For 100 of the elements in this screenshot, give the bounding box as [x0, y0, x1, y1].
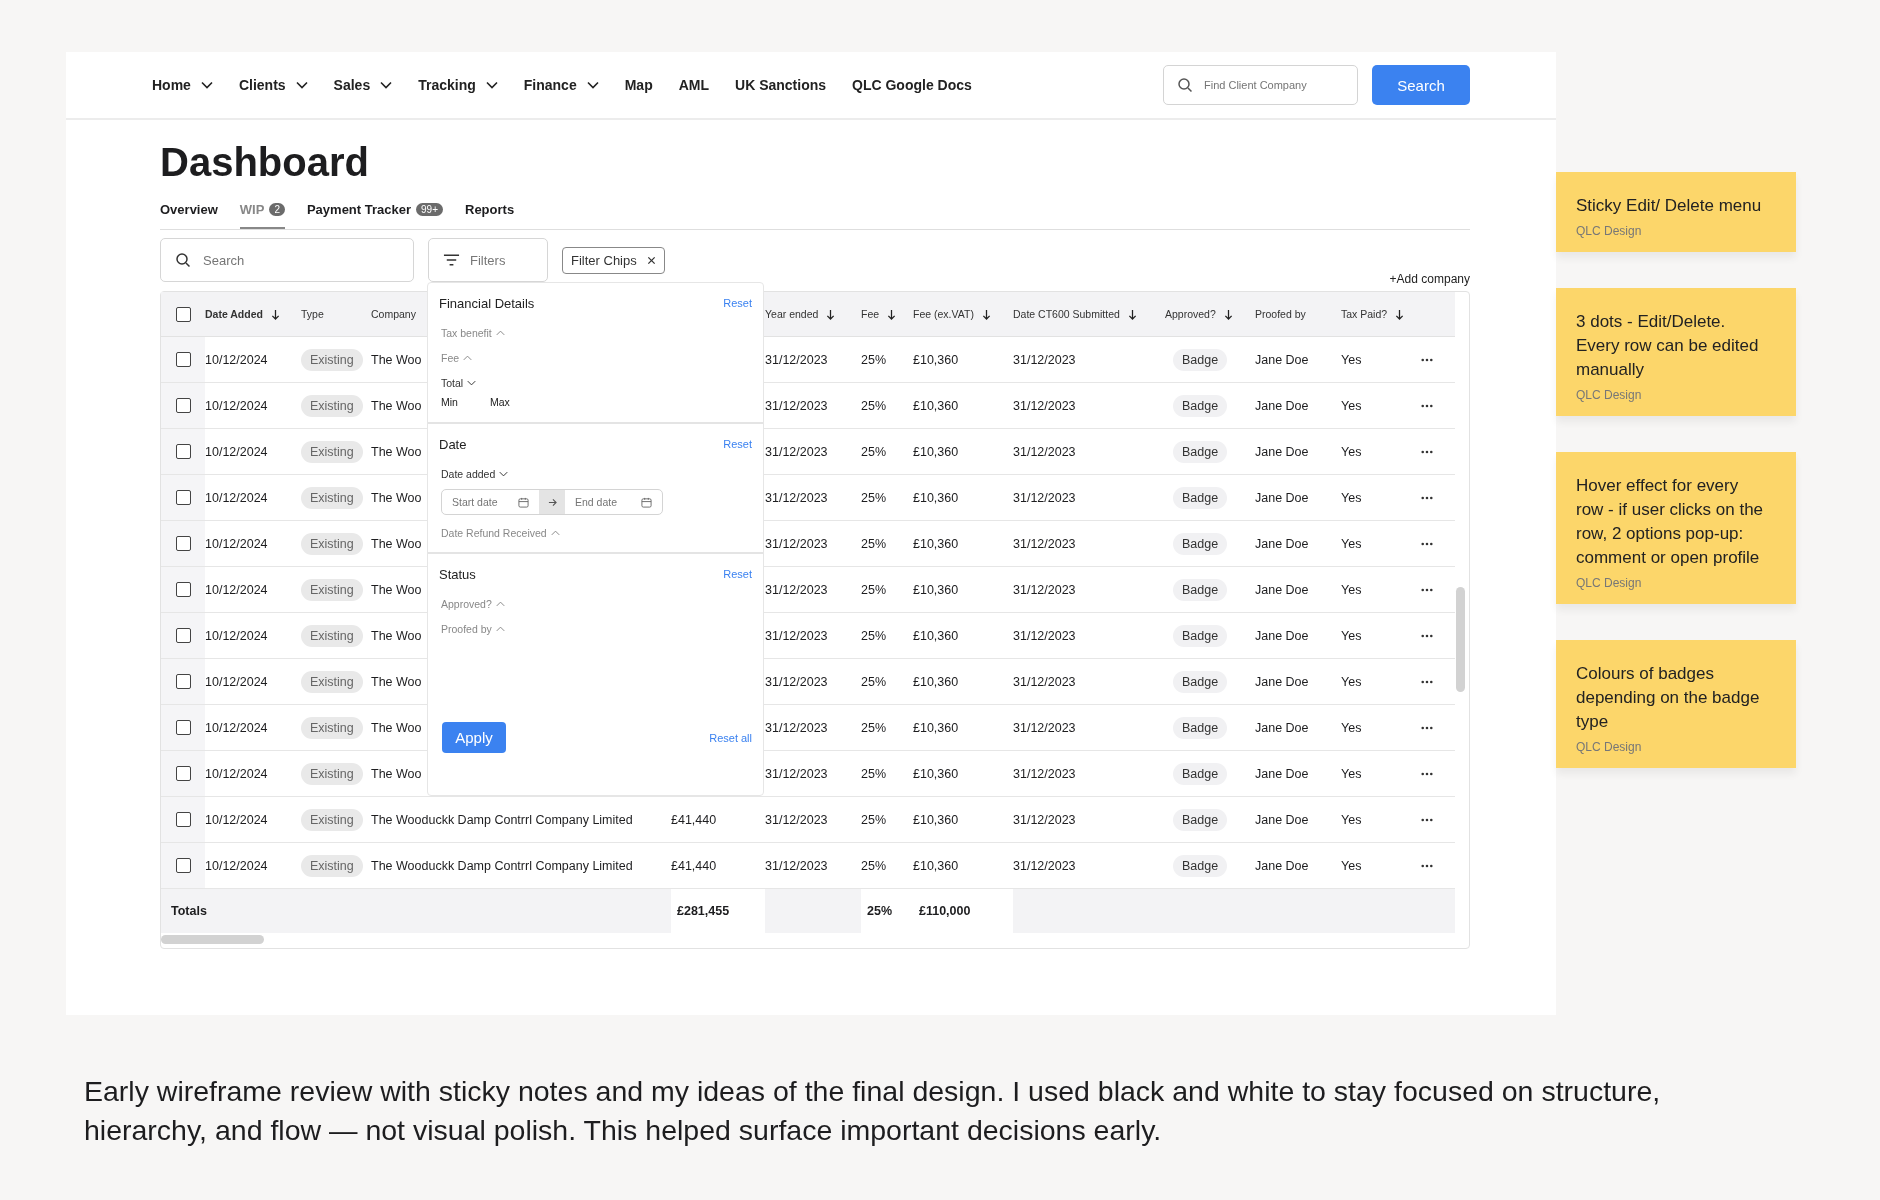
sort-arrow-icon[interactable] [270, 308, 280, 320]
checkbox[interactable] [175, 536, 191, 551]
checkbox[interactable] [175, 858, 191, 873]
checkbox[interactable] [175, 398, 191, 413]
chevron-down-icon[interactable] [485, 81, 498, 89]
filter-toggle[interactable]: Approved? [439, 595, 507, 613]
nav-link[interactable]: UK Sanctions [735, 77, 827, 93]
date-cell: 31/12/2023 [1013, 444, 1076, 459]
sort-arrow-icon[interactable] [1127, 308, 1137, 320]
column-header[interactable]: Fee (ex.VAT) [913, 308, 974, 320]
nav-link[interactable]: Tracking [418, 77, 498, 93]
reset-all-link[interactable]: Reset all [709, 731, 752, 744]
type-badge: Existing [301, 624, 363, 647]
reset-link[interactable]: Reset [723, 568, 752, 580]
more-icon[interactable] [1421, 817, 1433, 822]
tab[interactable]: WIP 2 [239, 198, 285, 229]
date-cell: 31/12/2023 [1013, 720, 1076, 735]
more-icon[interactable] [1421, 725, 1433, 730]
column-header[interactable]: Proofed by [1255, 308, 1306, 320]
search-field[interactable]: Search [160, 238, 414, 282]
checkbox[interactable] [175, 582, 191, 597]
more-icon[interactable] [1421, 357, 1433, 362]
more-icon[interactable] [1421, 771, 1433, 776]
nav-link[interactable]: Finance [523, 77, 599, 93]
status-badge: Badge [1173, 348, 1228, 371]
search-field[interactable]: Find Client Company [1163, 65, 1358, 105]
date-cell: 31/12/2023 [1013, 398, 1076, 413]
filter-toggle[interactable]: Date added [439, 465, 511, 483]
year-cell: 31/12/2023 [765, 444, 828, 459]
checkbox[interactable] [175, 306, 191, 322]
close-icon[interactable] [646, 255, 656, 265]
checkbox[interactable] [175, 674, 191, 689]
note-author: QLC Design [1576, 740, 1643, 754]
year-cell: 31/12/2023 [765, 398, 828, 413]
nav-link[interactable]: Map [624, 77, 653, 93]
sort-arrow-icon[interactable] [1395, 308, 1405, 320]
year-cell: 31/12/2023 [765, 812, 828, 827]
filter-toggle[interactable]: Fee [439, 349, 475, 367]
checkbox[interactable] [175, 812, 191, 827]
chevron-down-icon[interactable] [380, 81, 393, 89]
apply-button[interactable]: Apply [442, 722, 506, 753]
tab[interactable]: Payment Tracker 99+ [306, 198, 443, 229]
calendar-icon[interactable] [518, 496, 529, 508]
nav-link[interactable]: AML [678, 77, 709, 93]
column-header[interactable]: Company [371, 308, 416, 320]
column-header[interactable]: Fee [861, 308, 880, 320]
more-icon[interactable] [1421, 403, 1433, 408]
chevron-down-icon[interactable] [295, 81, 308, 89]
scrollbar[interactable] [1456, 587, 1465, 692]
filters-button[interactable]: Filters [428, 238, 548, 282]
nav-link[interactable]: QLC Google Docs [852, 77, 972, 93]
search-button[interactable]: Search [1372, 65, 1470, 105]
checkbox[interactable] [175, 766, 191, 781]
filter-chip[interactable]: Filter Chips [562, 246, 665, 274]
nav-link[interactable]: Home [152, 77, 213, 93]
year-cell: 31/12/2023 [765, 536, 828, 551]
company-cell: The Woo [371, 674, 422, 689]
nav-link[interactable]: Sales [333, 77, 393, 93]
more-icon[interactable] [1421, 679, 1433, 684]
chevron-down-icon[interactable] [586, 81, 599, 89]
add-company-link[interactable]: +Add company [1389, 272, 1470, 286]
more-icon[interactable] [1421, 863, 1433, 868]
checkbox[interactable] [175, 628, 191, 643]
column-header[interactable]: Type [301, 308, 324, 320]
caption: Early wireframe review with sticky notes and my ideas of the final design. I used black and white to stay focused on structure, hierarchy, and flow — not visual polish. This helped surface important decisions early. [84, 1074, 1662, 1148]
column-header[interactable]: Date Added [205, 308, 263, 320]
filter-toggle[interactable]: Proofed by [439, 620, 507, 638]
date-cell: 31/12/2023 [1013, 766, 1076, 781]
chevron-icon[interactable] [467, 380, 477, 386]
checkbox[interactable] [175, 352, 191, 367]
column-header[interactable]: Year ended [765, 308, 819, 320]
calendar-icon[interactable] [641, 496, 652, 508]
arrow-icon [547, 497, 557, 507]
sort-arrow-icon[interactable] [887, 308, 897, 320]
more-icon[interactable] [1421, 587, 1433, 592]
sort-arrow-icon[interactable] [1223, 308, 1233, 320]
checkbox[interactable] [175, 720, 191, 735]
more-icon[interactable] [1421, 495, 1433, 500]
sort-arrow-icon[interactable] [981, 308, 991, 320]
more-icon[interactable] [1421, 541, 1433, 546]
tab[interactable]: Reports [465, 198, 515, 229]
column-header[interactable]: Tax Paid? [1341, 308, 1388, 320]
more-icon[interactable] [1421, 633, 1433, 638]
chevron-icon[interactable] [499, 471, 509, 477]
note-text: Colours of badges depending on the badge type [1576, 663, 1761, 733]
filter-toggle[interactable]: Total [439, 374, 479, 392]
nav-link[interactable]: Clients [238, 77, 308, 93]
scrollbar[interactable] [161, 935, 264, 944]
column-header[interactable]: Approved? [1165, 308, 1216, 320]
reset-link[interactable]: Reset [723, 297, 752, 309]
filter-toggle[interactable]: Tax benefit [439, 324, 507, 342]
chevron-down-icon[interactable] [200, 81, 213, 89]
tab[interactable]: Overview [160, 198, 218, 229]
checkbox[interactable] [175, 444, 191, 459]
filter-toggle[interactable]: Date Refund Received [439, 524, 562, 542]
sort-arrow-icon[interactable] [826, 308, 836, 320]
column-header[interactable]: Date CT600 Submitted [1013, 308, 1120, 320]
reset-link[interactable]: Reset [723, 438, 752, 450]
checkbox[interactable] [175, 490, 191, 505]
more-icon[interactable] [1421, 449, 1433, 454]
